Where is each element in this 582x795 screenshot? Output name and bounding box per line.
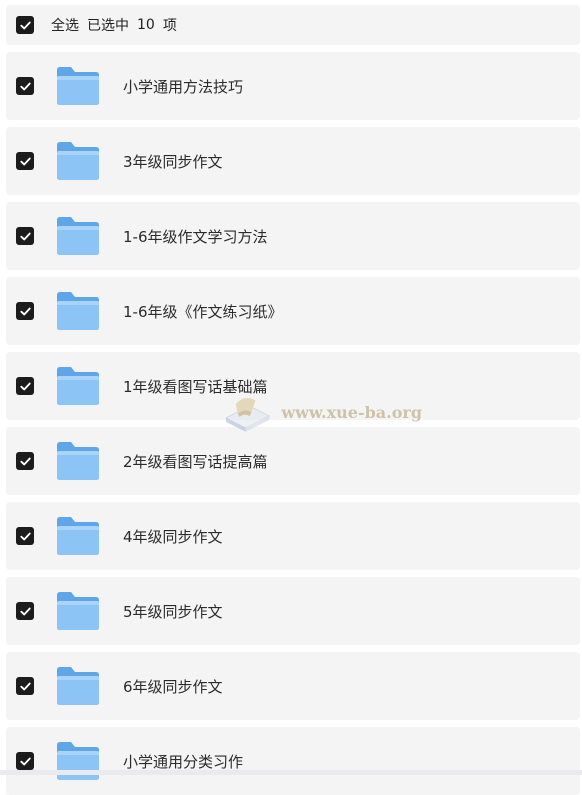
check-icon <box>19 307 31 315</box>
folder-row[interactable]: 6年级同步作文 <box>6 652 580 720</box>
row-checkbox[interactable] <box>16 227 34 245</box>
row-checkbox[interactable] <box>16 302 34 320</box>
folder-name: 3年级同步作文 <box>123 152 223 171</box>
folder-row[interactable]: 3年级同步作文 <box>6 127 580 195</box>
check-icon <box>19 82 31 90</box>
row-checkbox[interactable] <box>16 377 34 395</box>
selected-prefix: 已选中 <box>87 18 129 34</box>
folder-row[interactable]: 2年级看图写话提高篇 <box>6 427 580 495</box>
check-icon <box>19 157 31 165</box>
folder-row[interactable]: 1-6年级作文学习方法 <box>6 202 580 270</box>
selection-summary: 全选 已选中 10 项 <box>51 15 185 35</box>
folder-name: 6年级同步作文 <box>123 677 223 696</box>
check-icon <box>19 232 31 240</box>
selected-suffix: 项 <box>162 18 177 34</box>
check-icon <box>19 457 31 465</box>
folder-name: 1年级看图写话基础篇 <box>123 377 268 396</box>
row-checkbox[interactable] <box>16 452 34 470</box>
folder-icon <box>55 364 101 408</box>
row-checkbox[interactable] <box>16 527 34 545</box>
folder-row[interactable]: 1年级看图写话基础篇 <box>6 352 580 420</box>
folder-name: 小学通用方法技巧 <box>123 77 244 96</box>
folder-row[interactable]: 1-6年级《作文练习纸》 <box>6 277 580 345</box>
folder-icon <box>55 139 101 183</box>
check-icon <box>19 682 31 690</box>
select-all-label[interactable]: 全选 <box>51 15 79 35</box>
folder-icon <box>55 439 101 483</box>
bottom-divider <box>0 770 582 775</box>
row-checkbox[interactable] <box>16 77 34 95</box>
row-checkbox[interactable] <box>16 677 34 695</box>
check-icon <box>19 757 31 765</box>
row-checkbox[interactable] <box>16 602 34 620</box>
folder-name: 小学通用分类习作 <box>123 752 244 771</box>
row-checkbox[interactable] <box>16 152 34 170</box>
check-icon <box>19 532 31 540</box>
folder-icon <box>55 214 101 258</box>
folder-icon <box>55 739 101 783</box>
select-all-checkbox[interactable] <box>16 16 34 34</box>
folder-name: 5年级同步作文 <box>123 602 223 621</box>
folder-row[interactable]: 5年级同步作文 <box>6 577 580 645</box>
folder-name: 1-6年级《作文练习纸》 <box>123 302 283 321</box>
folder-name: 2年级看图写话提高篇 <box>123 452 268 471</box>
folder-name: 1-6年级作文学习方法 <box>123 227 268 246</box>
folder-icon <box>55 64 101 108</box>
selected-count: 10 <box>137 17 155 33</box>
folder-icon <box>55 289 101 333</box>
folder-row[interactable]: 小学通用方法技巧 <box>6 52 580 120</box>
check-icon <box>19 607 31 615</box>
folder-icon <box>55 589 101 633</box>
check-icon <box>19 382 31 390</box>
folder-row[interactable]: 4年级同步作文 <box>6 502 580 570</box>
select-all-bar: 全选 已选中 10 项 <box>6 5 580 45</box>
folder-name: 4年级同步作文 <box>123 527 223 546</box>
check-icon <box>19 21 31 29</box>
folder-icon <box>55 664 101 708</box>
row-checkbox[interactable] <box>16 752 34 770</box>
folder-icon <box>55 514 101 558</box>
folder-row[interactable]: 小学通用分类习作 <box>6 727 580 795</box>
